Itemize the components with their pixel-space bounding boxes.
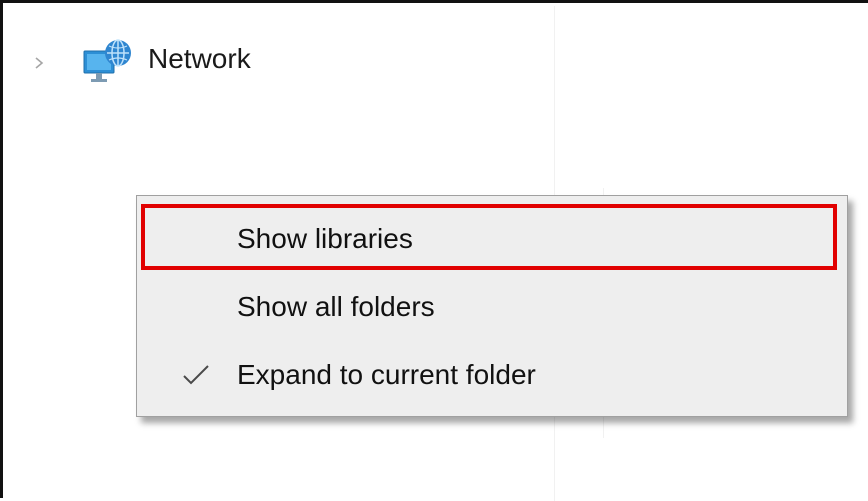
network-icon (83, 39, 131, 82)
context-menu: Show libraries Show all folders Expand t… (136, 195, 848, 417)
menu-item-label: Show all folders (237, 291, 435, 322)
menu-item-label: Expand to current folder (237, 359, 536, 390)
nav-item-network[interactable]: Network (6, 33, 546, 89)
menu-item-expand-to-current-folder[interactable]: Expand to current folder (137, 344, 847, 406)
nav-item-label: Network (148, 43, 251, 74)
checkmark-icon (183, 365, 209, 385)
highlight-box (141, 204, 837, 270)
chevron-right-icon[interactable] (34, 57, 44, 69)
menu-item-show-all-folders[interactable]: Show all folders (137, 276, 847, 338)
